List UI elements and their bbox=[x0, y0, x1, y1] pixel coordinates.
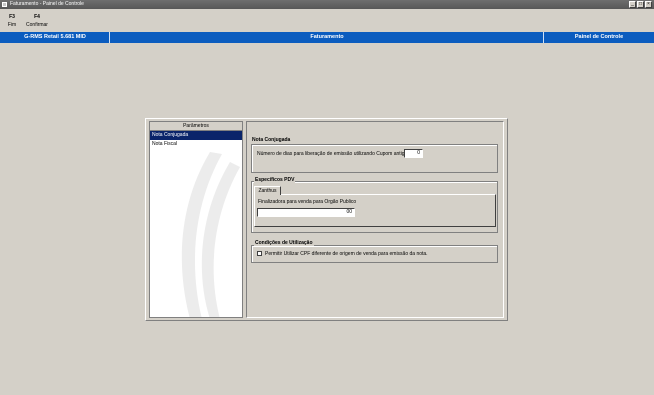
nota-conjugada-group bbox=[251, 144, 498, 173]
fim-label: Fim bbox=[7, 22, 17, 28]
condicoes-title: Condições de Utilização bbox=[254, 240, 314, 246]
fim-key: F3 bbox=[9, 14, 15, 20]
nota-conjugada-title: Nota Conjugada bbox=[251, 137, 292, 143]
parametros-header: Parâmetros bbox=[150, 122, 242, 131]
close-button[interactable]: × bbox=[645, 1, 652, 8]
cpf-diferente-checkbox[interactable] bbox=[257, 251, 262, 256]
list-item-nota-fiscal[interactable]: Nota Fiscal bbox=[150, 140, 242, 149]
window-title: Faturamento - Painel de Controle bbox=[10, 1, 84, 7]
window-titlebar: Faturamento - Painel de Controle _ □ × bbox=[0, 0, 654, 9]
parametros-list: Parâmetros Nota Conjugada Nota Fiscal bbox=[149, 121, 243, 318]
finalizadora-input[interactable]: 00 bbox=[257, 208, 355, 217]
dias-input[interactable]: 0 bbox=[404, 149, 423, 158]
confirmar-key: F4 bbox=[34, 14, 40, 20]
tab-zanthus[interactable]: Zanthus bbox=[254, 186, 281, 195]
maximize-button[interactable]: □ bbox=[637, 1, 644, 8]
decorative-swoosh bbox=[181, 152, 240, 317]
finalizadora-label: Finalizadora para venda para Orgão Publi… bbox=[258, 199, 357, 205]
module-name: Faturamento bbox=[310, 34, 344, 40]
especificos-pdv-title: Específicos PDV bbox=[254, 177, 296, 183]
dias-label: Número de dias para liberação de emissão… bbox=[257, 151, 409, 157]
screen-name: Painel de Controle bbox=[574, 34, 624, 40]
minimize-button[interactable]: _ bbox=[629, 1, 636, 8]
list-item-nota-conjugada[interactable]: Nota Conjugada bbox=[150, 131, 242, 140]
app-icon bbox=[2, 2, 7, 7]
cpf-diferente-label: Permitir Utilizar CPF diferente de orige… bbox=[265, 251, 428, 257]
confirmar-button[interactable]: F4 Confirmar bbox=[26, 13, 48, 29]
confirmar-label: Confirmar bbox=[26, 22, 48, 28]
app-version: G-RMS Retail 5.681 MID bbox=[24, 34, 86, 40]
function-key-toolbar: F3 Fim F4 Confirmar bbox=[0, 9, 654, 31]
fim-button[interactable]: F3 Fim bbox=[6, 13, 18, 29]
module-header-bar: G-RMS Retail 5.681 MID Faturamento Paine… bbox=[0, 32, 654, 43]
